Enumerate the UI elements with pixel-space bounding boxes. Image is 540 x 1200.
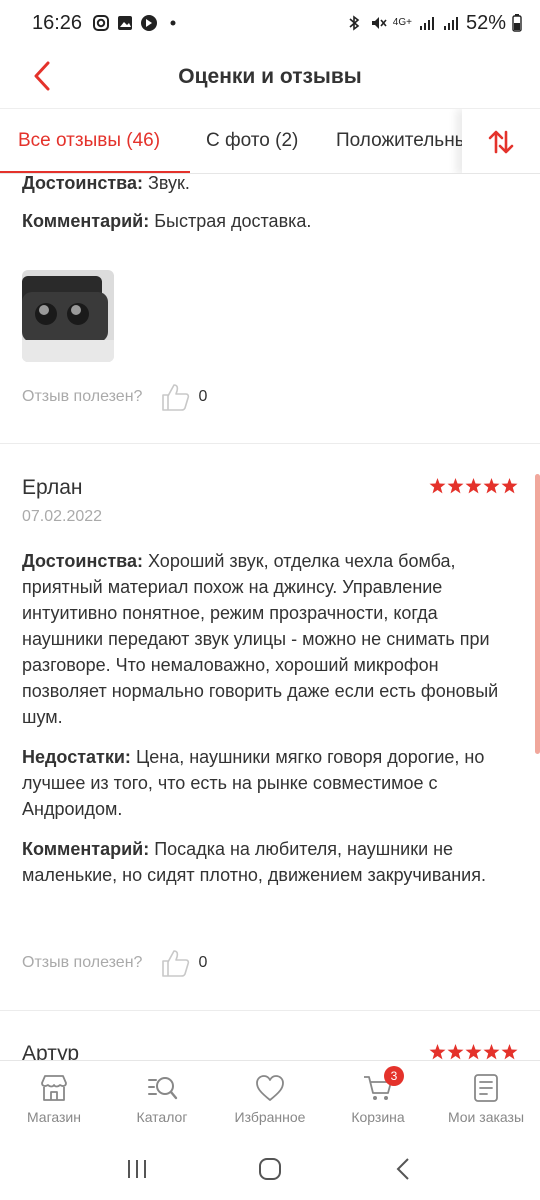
- review-divider: [0, 1010, 540, 1011]
- helpful-label: Отзыв полезен?: [22, 954, 143, 971]
- star-icon: [429, 478, 446, 494]
- cart-badge: 3: [384, 1066, 404, 1086]
- home-button[interactable]: [250, 1149, 290, 1189]
- page-title: Оценки и отзывы: [178, 65, 362, 88]
- nav-label: Корзина: [351, 1109, 405, 1125]
- star-icon: [465, 1044, 482, 1060]
- app-notification-icon: [141, 15, 158, 31]
- review-pros: Достоинства: Хороший звук, отделка чехла…: [22, 551, 499, 727]
- status-bar: 16:26 4G+ 52%: [0, 0, 540, 46]
- catalog-search-icon: [148, 1077, 178, 1100]
- heart-icon: [256, 1075, 284, 1101]
- star-icon: [447, 478, 464, 494]
- home-icon: [258, 1158, 281, 1180]
- instagram-icon: [93, 15, 110, 31]
- nav-label: Каталог: [136, 1109, 188, 1125]
- chevron-left-icon: [396, 1158, 410, 1180]
- helpful-count: 0: [198, 388, 208, 405]
- nav-label: Избранное: [234, 1109, 306, 1125]
- review-date: 07.02.2022: [22, 508, 103, 525]
- app-header: Оценки и отзывы: [0, 46, 540, 108]
- recent-apps-button[interactable]: [117, 1149, 157, 1189]
- system-back-button[interactable]: [383, 1149, 423, 1189]
- review-photo-thumbnail[interactable]: [22, 270, 114, 362]
- reviewer-name: Ерлан: [22, 476, 83, 499]
- tab-with-photo[interactable]: С фото (2): [206, 109, 324, 173]
- bottom-navigation: Магазин Каталог Избранное 3 Корзина Мои …: [0, 1060, 540, 1138]
- review-filter-tabs: Все отзывы (46) С фото (2) Положительные: [0, 108, 540, 174]
- sort-button[interactable]: [462, 109, 540, 173]
- star-icon: [429, 1044, 446, 1060]
- earbuds-case-photo: [22, 270, 114, 362]
- reviewer-name: Артур: [22, 1042, 80, 1060]
- nav-shop[interactable]: Магазин: [0, 1061, 108, 1138]
- nav-favorites[interactable]: Избранное: [216, 1061, 324, 1138]
- nav-cart[interactable]: 3 Корзина: [324, 1061, 432, 1138]
- star-icon: [465, 478, 482, 494]
- signal-icon: [443, 17, 458, 30]
- rating-stars: [429, 478, 518, 494]
- helpful-label: Отзыв полезен?: [22, 388, 143, 405]
- helpful-row: Отзыв полезен? 0: [22, 382, 207, 412]
- sort-arrows-icon: [488, 130, 514, 154]
- more-notifications-dot-icon: [170, 20, 176, 26]
- helpful-count: 0: [198, 954, 208, 971]
- review-divider: [0, 443, 540, 444]
- nav-label: Мои заказы: [447, 1109, 525, 1125]
- system-navigation-bar: [0, 1138, 540, 1200]
- review-pros: Достоинства: Звук.: [22, 174, 190, 193]
- thumbs-up-icon[interactable]: [160, 948, 192, 978]
- star-icon: [483, 478, 500, 494]
- store-icon: [41, 1075, 67, 1101]
- battery-percent: 52%: [465, 11, 506, 34]
- review-comment: Комментарий: Быстрая доставка.: [22, 211, 312, 231]
- gallery-icon: [118, 16, 133, 30]
- nav-catalog[interactable]: Каталог: [108, 1061, 216, 1138]
- recent-apps-icon: [127, 1160, 146, 1178]
- nav-orders[interactable]: Мои заказы: [432, 1061, 540, 1138]
- reviews-list[interactable]: Достоинства: Звук. Комментарий: Быстрая …: [0, 174, 540, 1060]
- helpful-row: Отзыв полезен? 0: [22, 948, 207, 978]
- status-time: 16:26: [32, 11, 83, 34]
- star-icon: [447, 1044, 464, 1060]
- network-type: 4G+: [392, 17, 412, 28]
- tab-all-reviews[interactable]: Все отзывы (46): [0, 109, 190, 173]
- signal-icon: [419, 17, 434, 30]
- thumbs-up-icon[interactable]: [160, 382, 192, 412]
- star-icon: [483, 1044, 500, 1060]
- rating-stars: [429, 1044, 518, 1060]
- battery-icon: [512, 14, 522, 32]
- orders-document-icon: [474, 1074, 498, 1102]
- tab-positive[interactable]: Положительные: [336, 109, 479, 173]
- star-icon: [501, 1044, 518, 1060]
- back-button[interactable]: [22, 56, 62, 96]
- scroll-indicator[interactable]: [535, 474, 540, 754]
- mute-icon: [371, 17, 387, 29]
- review-cons: Недостатки: Цена, наушники мягко говоря …: [22, 747, 485, 819]
- star-icon: [501, 478, 518, 494]
- review-comment: Комментарий: Посадка на любителя, наушни…: [22, 839, 486, 885]
- nav-label: Магазин: [26, 1109, 81, 1125]
- chevron-left-icon: [34, 61, 50, 91]
- bluetooth-icon: [349, 15, 360, 31]
